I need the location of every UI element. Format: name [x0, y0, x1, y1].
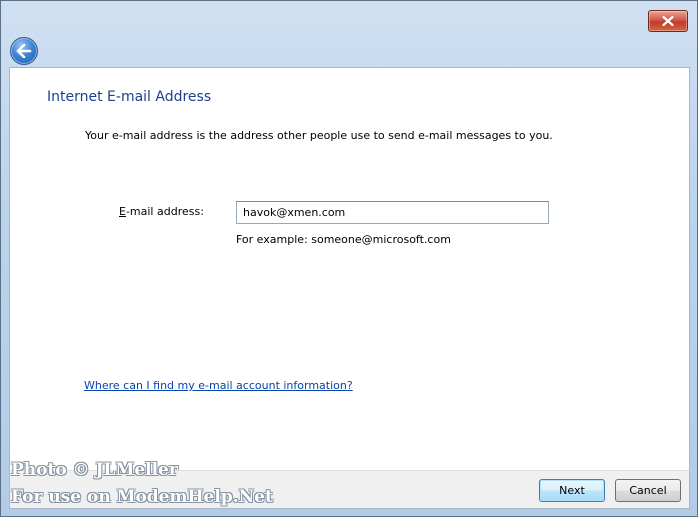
wizard-content: Internet E-mail Address Your e-mail addr… [9, 67, 690, 470]
back-button[interactable] [10, 37, 38, 65]
back-arrow-icon [16, 44, 32, 58]
email-label-accelerator: E [119, 205, 126, 218]
title-bar [1, 1, 697, 65]
cancel-button[interactable]: Cancel [615, 479, 681, 502]
email-address-input[interactable] [236, 201, 549, 224]
close-icon [662, 16, 674, 26]
email-label-text: -mail address: [125, 205, 204, 218]
email-address-label: E-mail address: [119, 205, 204, 218]
close-button[interactable] [648, 10, 688, 32]
email-example-text: For example: someone@microsoft.com [236, 233, 451, 246]
wizard-footer: Next Cancel [9, 470, 690, 509]
intro-text: Your e-mail address is the address other… [85, 129, 553, 142]
wizard-window: Internet E-mail Address Your e-mail addr… [0, 0, 698, 517]
page-title: Internet E-mail Address [47, 89, 212, 105]
next-button[interactable]: Next [539, 479, 605, 502]
help-link-email-info[interactable]: Where can I find my e-mail account infor… [84, 379, 353, 392]
